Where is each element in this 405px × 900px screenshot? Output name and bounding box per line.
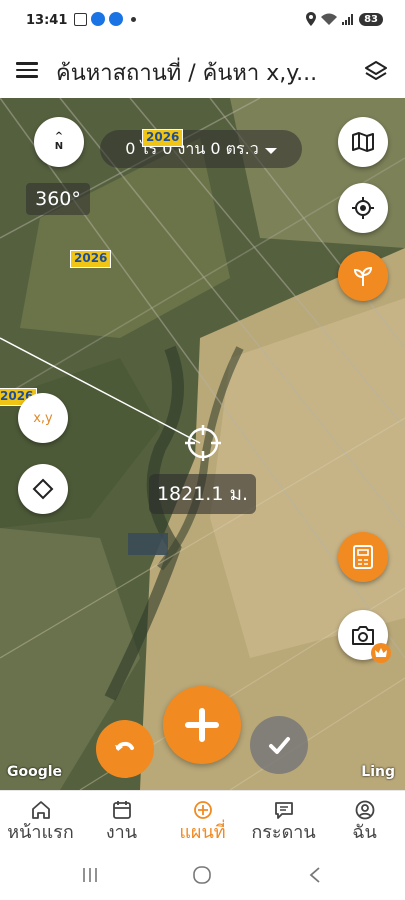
google-logo: Google [7,764,63,780]
notification-icons [74,12,136,26]
map-type-button[interactable] [338,117,388,167]
undo-icon [115,741,134,751]
system-nav-bar [0,848,405,900]
road-label: 2026 [142,129,184,147]
nav-item-profile[interactable]: ฉัน [324,791,405,848]
crosshair-icon [185,425,221,461]
target-icon [193,801,212,819]
back-button[interactable] [303,864,327,886]
location-icon [306,12,317,26]
system-icons: 83 [306,12,383,26]
nav-item-tasks[interactable]: งาน [81,791,162,848]
crosshair-location-icon [352,197,374,219]
back-icon [309,867,320,883]
home-circle-icon [193,866,211,884]
app-header: ค้นหาสถานที่ / ค้นหา x,y... [0,44,405,98]
user-icon [355,800,374,820]
battery-icon: 83 [359,12,383,26]
add-point-button[interactable] [163,686,241,764]
status-time: 13:41 [26,13,68,28]
search-bar[interactable]: ค้นหาสถานที่ / ค้นหา x,y... [56,55,352,90]
status-bar: 13:41 83 [0,0,405,44]
caret-down-icon [264,148,277,154]
compass-north-label: N [54,141,64,152]
heading-badge: 360° [26,183,90,215]
camera-icon [352,626,374,645]
home-button[interactable] [190,864,214,886]
nav-label: งาน [105,822,138,843]
message-icon [274,802,293,819]
camera-button[interactable] [338,610,391,663]
xy-button[interactable]: x,y [18,393,68,443]
nav-item-map[interactable]: แผนที่ [162,791,243,848]
nav-label: ฉัน [352,822,377,843]
nav-label: กระดาน [251,822,316,843]
screenshot-icon [74,12,87,26]
my-location-button[interactable] [338,183,388,233]
map-icon [352,132,374,152]
nav-label: หน้าแรก [7,822,74,843]
wifi-icon [321,13,338,25]
calendar-icon [112,801,131,819]
xy-label: x,y [33,410,53,426]
diamond-icon [32,478,54,500]
calculator-icon [353,545,373,569]
menu-icon[interactable] [16,58,38,82]
home-icon [31,801,50,819]
recent-apps-icon [83,868,97,882]
nav-item-board[interactable]: กระดาน [243,791,324,848]
layers-icon[interactable] [363,58,389,84]
calculator-button[interactable] [338,532,388,582]
compass-button[interactable]: ^ N [34,117,84,167]
road-label: 2026 [70,250,112,268]
distance-label: 1821.1 ม. [149,474,256,514]
undo-button[interactable] [96,720,154,778]
checkmark-icon [269,737,290,754]
nav-label: แผนที่ [179,822,226,843]
polygon-button[interactable] [18,464,68,514]
signal-icon [342,14,354,25]
facebook-icon [109,12,123,26]
map-view[interactable]: ^ N 0 ไร่ 0 งาน 0 ตร.ว 360° 2026 2026 20… [0,98,405,790]
bottom-nav: หน้าแรก งาน แผนที่ กระดาน ฉัน [0,790,405,848]
area-dropdown[interactable]: 0 ไร่ 0 งาน 0 ตร.ว [100,130,302,168]
facebook-icon [91,12,105,26]
recent-apps-button[interactable] [78,864,102,886]
nav-item-home[interactable]: หน้าแรก [0,791,81,848]
crown-icon [371,643,391,663]
plus-icon [185,708,219,742]
confirm-button[interactable] [250,716,308,774]
ling-logo: Ling [361,764,395,780]
more-notifications-icon [131,16,136,22]
sprout-icon [353,266,373,286]
plant-button[interactable] [338,251,388,301]
